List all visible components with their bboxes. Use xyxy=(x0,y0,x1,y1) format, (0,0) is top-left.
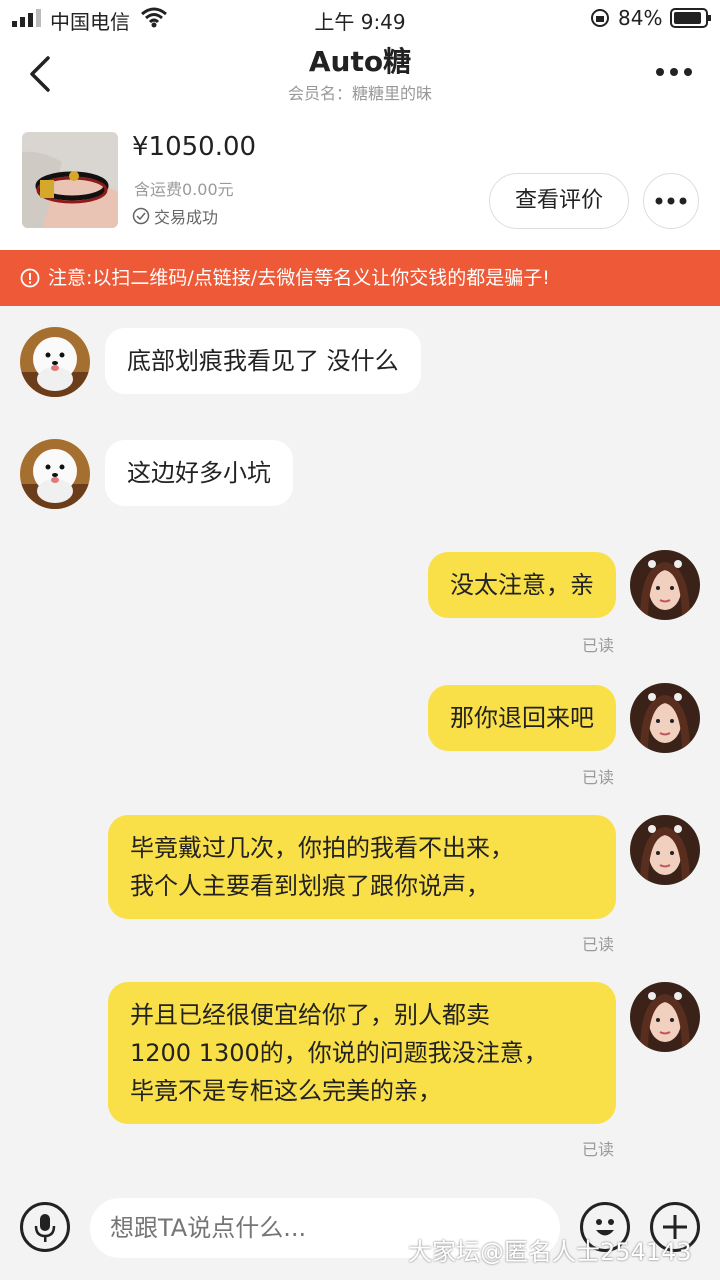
status-bar: 中国电信 上午 9:49 84% xyxy=(0,0,720,36)
my-avatar[interactable] xyxy=(630,683,700,753)
message-line: 毕竟不是专柜这么完美的亲， xyxy=(130,1077,442,1105)
more-icon xyxy=(655,197,687,205)
message-line: 毕竟戴过几次，你拍的我看不出来， xyxy=(130,834,514,862)
read-status: 已读 xyxy=(582,636,615,655)
product-card[interactable]: ¥1050.00 含运费0.00元 交易成功 查看评价 xyxy=(0,116,720,250)
product-price: ¥1050.00 xyxy=(132,132,257,162)
message-bubble: 底部划痕我看见了 没什么 xyxy=(105,328,421,394)
chat-header: Auto糖 会员名：糖糖里的昧 xyxy=(0,36,720,116)
read-status: 已读 xyxy=(582,935,615,954)
seller-avatar[interactable] xyxy=(20,327,90,397)
page-title: Auto糖 xyxy=(308,45,412,78)
shipping-fee: 含运费0.00元 xyxy=(134,180,234,199)
message-bubble: 那你退回来吧 xyxy=(428,685,616,751)
product-thumbnail[interactable] xyxy=(22,132,118,228)
check-circle-icon xyxy=(132,207,150,225)
message-bubble: 并且已经很便宜给你了，别人都卖 1200 1300的，你说的问题我没注意， 毕竟… xyxy=(108,982,616,1124)
battery-icon xyxy=(670,8,711,28)
watermark: 大家坛@匿名人士254143 xyxy=(408,1238,692,1266)
warning-icon xyxy=(20,268,40,288)
voice-button[interactable] xyxy=(20,1202,70,1252)
more-icon[interactable] xyxy=(654,64,694,80)
message-bubble: 没太注意，亲 xyxy=(428,552,616,618)
deal-status: 交易成功 xyxy=(132,204,218,228)
my-avatar[interactable] xyxy=(630,815,700,885)
microphone-icon xyxy=(34,1214,56,1242)
read-status: 已读 xyxy=(582,1140,615,1159)
read-status: 已读 xyxy=(582,768,615,787)
status-time: 上午 9:49 xyxy=(314,10,406,34)
member-name: 会员名：糖糖里的昧 xyxy=(287,84,432,103)
message-bubble: 毕竟戴过几次，你拍的我看不出来， 我个人主要看到划痕了跟你说声， xyxy=(108,815,616,919)
warning-text: 注意:以扫二维码/点链接/去微信等名义让你交钱的都是骗子! xyxy=(48,267,550,289)
my-avatar[interactable] xyxy=(630,550,700,620)
message-line: 并且已经很便宜给你了，别人都卖 xyxy=(130,1001,490,1029)
fraud-warning-banner: 注意:以扫二维码/点链接/去微信等名义让你交钱的都是骗子! xyxy=(0,250,720,306)
my-avatar[interactable] xyxy=(630,982,700,1052)
seller-avatar[interactable] xyxy=(20,439,90,509)
product-menu-button[interactable] xyxy=(643,173,699,229)
battery-percent: 84% xyxy=(618,6,663,30)
orientation-lock-icon xyxy=(591,9,609,27)
deal-status-label: 交易成功 xyxy=(154,208,219,227)
message-bubble: 这边好多小坑 xyxy=(105,440,293,506)
view-review-button[interactable]: 查看评价 xyxy=(489,173,629,229)
message-line: 1200 1300的，你说的问题我没注意， xyxy=(130,1039,548,1067)
message-line: 我个人主要看到划痕了跟你说声， xyxy=(130,872,490,900)
